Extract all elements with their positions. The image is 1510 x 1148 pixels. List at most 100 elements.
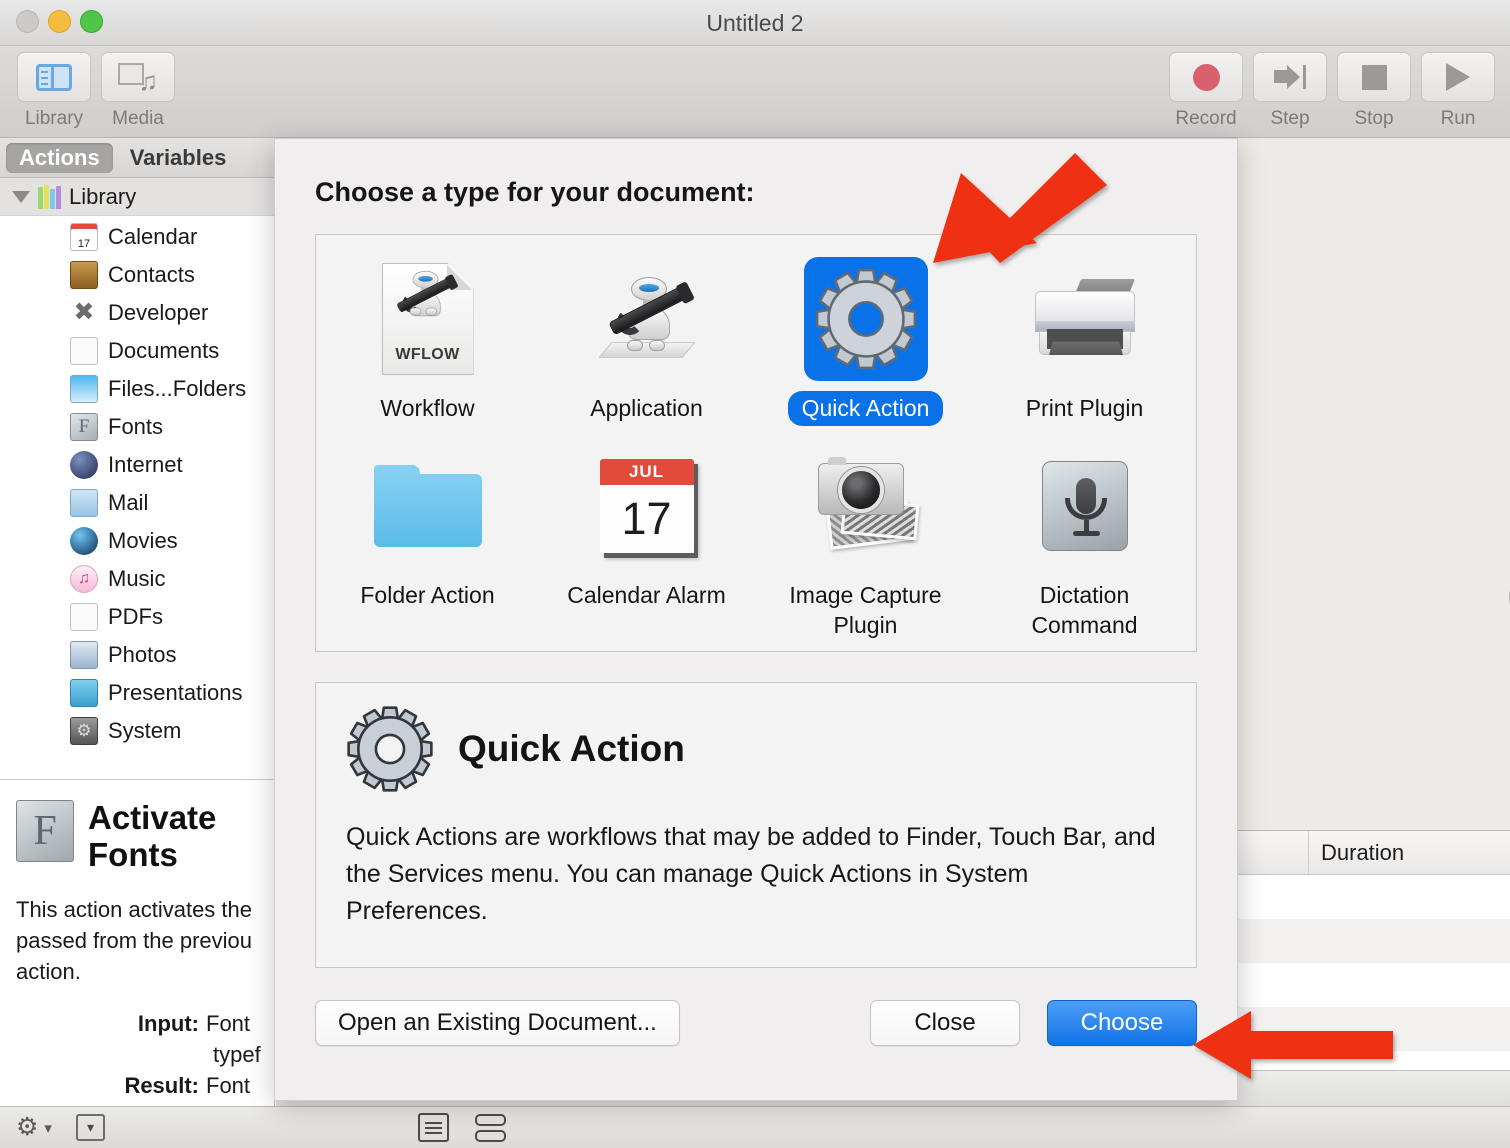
- doc-type-print-plugin[interactable]: Print Plugin: [975, 243, 1194, 430]
- record-label: Record: [1175, 108, 1237, 129]
- sidebar-label: Contacts: [108, 262, 195, 287]
- doc-type-label: Print Plugin: [1025, 395, 1144, 421]
- doc-type-application[interactable]: Application: [537, 243, 756, 430]
- calendar-icon: 17: [70, 223, 98, 251]
- sidebar-label: PDFs: [108, 604, 163, 629]
- doc-type-quick-action[interactable]: Quick Action: [756, 243, 975, 430]
- gear-menu-button[interactable]: ⚙ ▾: [16, 1113, 52, 1142]
- doc-type-workflow[interactable]: WFLOW Workflow: [318, 243, 537, 430]
- sidebar-item-mail[interactable]: Mail: [0, 484, 274, 522]
- calendar-alarm-icon: JUL 17: [585, 444, 709, 568]
- run-icon: [1421, 52, 1495, 102]
- sidebar-item-pdfs[interactable]: PDFs: [0, 598, 274, 636]
- sheet-button-row: Open an Existing Document... Close Choos…: [315, 1000, 1197, 1046]
- run-button[interactable]: Run: [1420, 52, 1496, 130]
- step-button[interactable]: Step: [1252, 52, 1328, 130]
- list-view-button[interactable]: [418, 1113, 449, 1142]
- sidebar-label: Developer: [108, 300, 209, 325]
- sidebar-item-files-folders[interactable]: Files...Folders: [0, 370, 274, 408]
- internet-icon: [70, 451, 98, 479]
- sidebar-label: Presentations: [108, 680, 243, 705]
- hide-pane-button[interactable]: ▾: [75, 1114, 105, 1141]
- tab-actions[interactable]: Actions: [6, 142, 113, 173]
- photos-icon: [70, 641, 98, 669]
- sidebar-item-photos[interactable]: Photos: [0, 636, 274, 674]
- sidebar-item-contacts[interactable]: Contacts: [0, 256, 274, 294]
- action-detail-header: F Activate Fonts: [16, 799, 257, 874]
- documents-icon: [70, 337, 98, 365]
- type-description-title: Quick Action: [458, 728, 685, 769]
- movies-icon: [70, 527, 98, 555]
- tab-variables[interactable]: Variables: [117, 143, 240, 173]
- result-field-label: Result:: [124, 1073, 199, 1099]
- sidebar-label: System: [108, 718, 182, 743]
- sidebar-label: Fonts: [108, 414, 164, 439]
- type-description-header: Quick Action: [346, 705, 1166, 793]
- action-detail-fields: Input: Font typef Result: Font typef: [16, 1008, 261, 1106]
- action-desc-line-1: This action activates the: [16, 896, 253, 922]
- sidebar-item-presentations[interactable]: Presentations: [0, 674, 274, 712]
- sidebar-item-fonts[interactable]: F Fonts: [0, 408, 274, 446]
- library-root-label: Library: [69, 183, 137, 209]
- calendar-month: JUL: [599, 459, 694, 486]
- presentations-icon: [70, 679, 98, 707]
- chevron-down-icon: ▾: [86, 1119, 94, 1135]
- print-plugin-icon: [1023, 257, 1147, 381]
- doc-type-folder-action[interactable]: Folder Action: [318, 430, 537, 643]
- music-icon: ♫: [70, 565, 98, 593]
- doc-type-calendar-alarm[interactable]: JUL 17 Calendar Alarm: [537, 430, 756, 643]
- open-existing-document-button[interactable]: Open an Existing Document...: [315, 1000, 680, 1046]
- action-desc-line-3: action.: [16, 959, 81, 985]
- record-button[interactable]: Record: [1168, 52, 1244, 130]
- window-title: Untitled 2: [706, 10, 804, 36]
- input-field-value-cont: typef: [213, 1041, 261, 1067]
- bottom-bar-view-modes: [418, 1113, 506, 1142]
- sidebar-item-developer[interactable]: ✖ Developer: [0, 294, 274, 332]
- gear-icon: [815, 268, 916, 370]
- workflow-badge-text: WFLOW: [395, 346, 460, 363]
- choose-button[interactable]: Choose: [1047, 1000, 1197, 1046]
- library-icon: [17, 52, 91, 102]
- sidebar-item-music[interactable]: ♫ Music: [0, 560, 274, 598]
- pdf-icon: [70, 603, 98, 631]
- fonts-icon: F: [70, 413, 98, 441]
- library-toolbar-button[interactable]: Library: [16, 52, 92, 130]
- bottom-bar: ⚙ ▾ ▾: [0, 1106, 1510, 1148]
- close-button[interactable]: Close: [870, 1000, 1020, 1046]
- folder-action-icon: [366, 444, 490, 568]
- stop-label: Stop: [1354, 108, 1394, 129]
- automator-window: Untitled 2 Library ♫ Media Record Step S…: [0, 0, 1510, 1148]
- sidebar-item-movies[interactable]: Movies: [0, 522, 274, 560]
- application-icon: [585, 257, 709, 381]
- chevron-down-icon: ▾: [44, 1119, 52, 1137]
- document-type-sheet: Choose a type for your document: WFLOW W…: [274, 138, 1238, 1101]
- doc-type-label: Dictation Command: [1031, 582, 1138, 638]
- stop-button[interactable]: Stop: [1336, 52, 1412, 130]
- toolbar: Library ♫ Media Record Step Stop Run: [0, 46, 1510, 138]
- chevron-down-icon[interactable]: [12, 190, 30, 203]
- result-field-value: Font: [206, 1073, 251, 1099]
- sidebar-item-documents[interactable]: Documents: [0, 332, 274, 370]
- bottom-bar-left: ⚙ ▾ ▾: [16, 1113, 105, 1142]
- stop-icon: [1337, 52, 1411, 102]
- sidebar-label: Mail: [108, 490, 149, 515]
- step-label: Step: [1270, 108, 1310, 129]
- log-column-duration[interactable]: Duration: [1309, 831, 1509, 875]
- sidebar-library-list: 17 Calendar Contacts ✖ Developer Documen…: [0, 216, 274, 750]
- doc-type-label: Application: [590, 395, 703, 421]
- sidebar-item-calendar[interactable]: 17 Calendar: [0, 218, 274, 256]
- input-field-label: Input:: [137, 1010, 199, 1036]
- title-bar: Untitled 2: [0, 0, 1510, 46]
- sidebar-item-internet[interactable]: Internet: [0, 446, 274, 484]
- media-icon: ♫: [101, 52, 175, 102]
- system-icon: ⚙: [70, 717, 98, 745]
- doc-type-dictation-command[interactable]: Dictation Command: [975, 430, 1194, 643]
- media-toolbar-button[interactable]: ♫ Media: [100, 52, 176, 130]
- doc-type-image-capture-plugin[interactable]: Image Capture Plugin: [756, 430, 975, 643]
- sidebar-item-system[interactable]: ⚙ System: [0, 712, 274, 750]
- type-description-text: Quick Actions are workflows that may be …: [346, 823, 1156, 925]
- split-view-button[interactable]: [475, 1113, 506, 1142]
- sidebar-item-library[interactable]: Library: [0, 178, 274, 216]
- gear-icon: [347, 706, 433, 792]
- doc-type-label: Calendar Alarm: [567, 582, 726, 609]
